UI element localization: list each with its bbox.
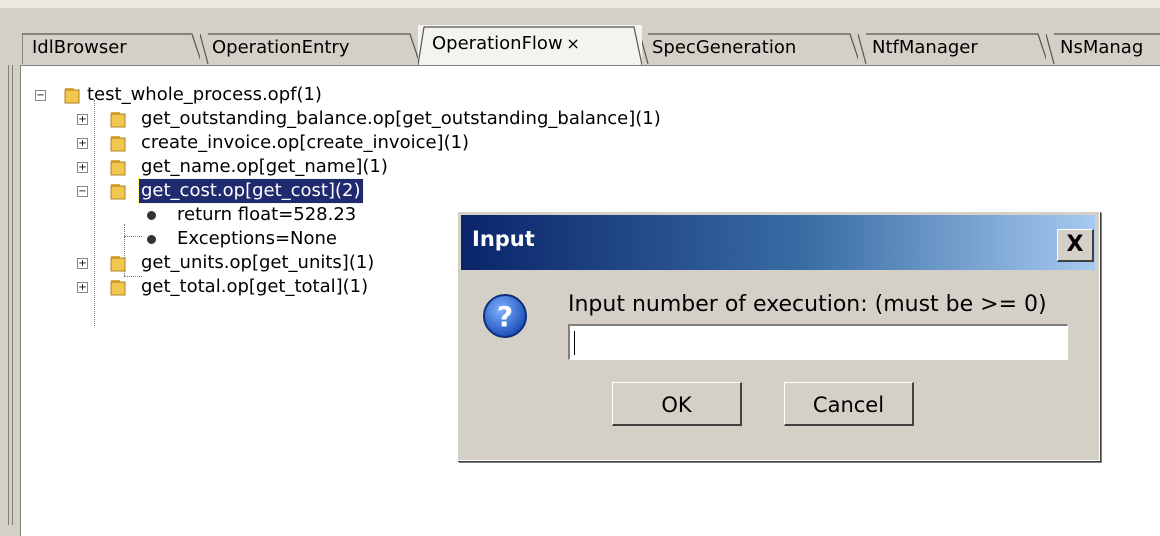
frame-border (8, 65, 9, 525)
input-dialog: Input X ? Input number of execution: (mu… (457, 211, 1100, 461)
bullet-icon (147, 211, 156, 220)
text-caret (574, 331, 575, 355)
expand-icon[interactable]: + (77, 138, 88, 149)
tab-label: IdlBrowser (32, 37, 127, 58)
folder-icon (110, 256, 126, 272)
tree-connector (124, 236, 142, 237)
folder-icon (64, 88, 80, 104)
bullet-icon (147, 235, 156, 244)
expand-icon[interactable]: + (77, 258, 88, 269)
folder-icon (110, 280, 126, 296)
dialog-title: Input (472, 227, 535, 251)
cancel-button[interactable]: Cancel (784, 382, 914, 426)
tree-root-label: test_whole_process.opf(1) (87, 84, 322, 105)
close-icon[interactable]: X (1057, 229, 1094, 262)
question-icon: ? (483, 294, 527, 338)
tree-leaf-label: return float=528.23 (177, 204, 357, 225)
ok-button[interactable]: OK (612, 382, 742, 426)
tree-item-label: get_total.op[get_total](1) (141, 276, 369, 297)
tree-leaf-label: Exceptions=None (177, 228, 338, 249)
tree-item-label: get_name.op[get_name](1) (141, 156, 388, 177)
tab-operation-flow[interactable]: OperationFlow × (418, 25, 642, 65)
tab-spec-generation[interactable]: SpecGeneration (640, 32, 860, 64)
dialog-title-bar[interactable]: Input X (461, 215, 1095, 270)
tab-label: NsManag (1060, 37, 1144, 58)
tab-idl-browser[interactable]: IdlBrowser (22, 32, 202, 64)
close-tab-icon[interactable]: × (566, 34, 579, 53)
tab-label: OperationEntry (212, 37, 350, 58)
tab-label: OperationFlow (432, 33, 563, 54)
tree-item-label: get_cost.op[get_cost](2) (138, 178, 364, 204)
tree-connector (124, 276, 142, 277)
tab-label: NtfManager (872, 37, 978, 58)
tab-ntf-manager[interactable]: NtfManager (858, 32, 1048, 64)
expand-icon[interactable]: + (77, 162, 88, 173)
tab-label: SpecGeneration (652, 37, 797, 58)
folder-icon (110, 160, 126, 176)
collapse-icon[interactable]: − (35, 90, 46, 101)
expand-icon[interactable]: + (77, 282, 88, 293)
frame-border (12, 65, 13, 525)
tree-item-label: get_outstanding_balance.op[get_outstandi… (141, 108, 661, 129)
top-strip (0, 0, 1160, 8)
folder-icon (110, 112, 126, 128)
folder-icon (110, 136, 126, 152)
tree-item-label: create_invoice.op[create_invoice](1) (141, 132, 470, 153)
tab-operation-entry[interactable]: OperationEntry (200, 32, 420, 64)
tab-bar: IdlBrowser OperationEntry OperationFlow … (0, 22, 1160, 67)
tree-connector (94, 100, 95, 326)
svg-text:?: ? (497, 300, 513, 333)
tab-ns-manager[interactable]: NsManag (1046, 32, 1160, 64)
dialog-prompt: Input number of execution: (must be >= 0… (568, 292, 1047, 317)
execution-count-input[interactable] (568, 324, 1068, 360)
expand-icon[interactable]: + (77, 114, 88, 125)
collapse-icon[interactable]: − (77, 186, 88, 197)
folder-icon (110, 184, 126, 200)
tree-item-label: get_units.op[get_units](1) (141, 252, 375, 273)
